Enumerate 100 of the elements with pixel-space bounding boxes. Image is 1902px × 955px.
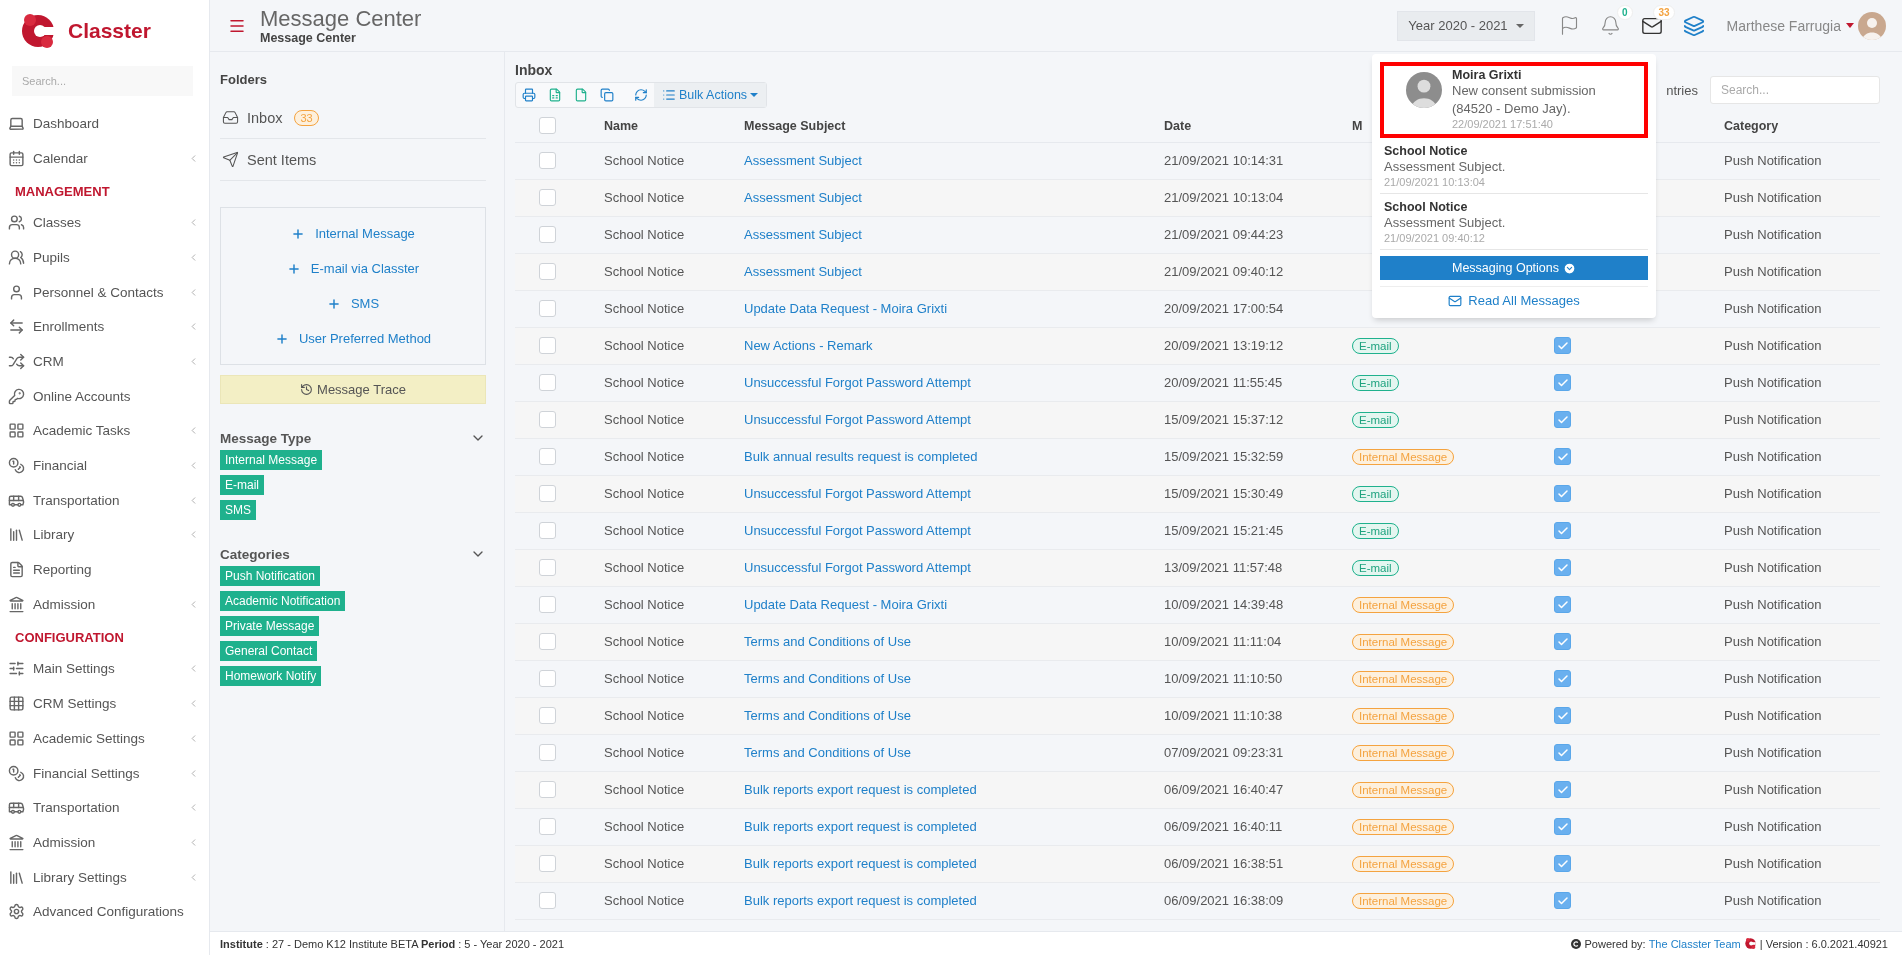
checkbox[interactable] <box>539 818 556 836</box>
nav-item[interactable]: Academic Settings <box>0 721 209 756</box>
checkbox[interactable] <box>539 411 556 429</box>
column-header[interactable]: Message Subject <box>730 110 1150 142</box>
checkbox[interactable] <box>539 892 556 910</box>
filter-tag[interactable]: E-mail <box>220 475 264 495</box>
checkbox[interactable] <box>1554 485 1571 503</box>
checkbox[interactable] <box>539 189 556 207</box>
checkbox[interactable] <box>1554 855 1571 873</box>
nav-item[interactable]: CRM <box>0 344 209 379</box>
user-name[interactable]: Marthese Farrugia <box>1726 17 1841 34</box>
checkbox[interactable] <box>1554 892 1571 910</box>
nav-item[interactable]: Reporting <box>0 552 209 587</box>
nav-item[interactable]: Admission <box>0 825 209 860</box>
checkbox[interactable] <box>539 522 556 540</box>
print-icon[interactable] <box>522 88 536 102</box>
checkbox[interactable] <box>539 855 556 873</box>
checkbox[interactable] <box>539 374 556 392</box>
checkbox[interactable] <box>1554 337 1571 355</box>
notification-item[interactable]: Moira Grixti New consent submission (84520 - Demo Jay). 22/09/2021 17:51:40 <box>1380 62 1648 138</box>
checkbox[interactable] <box>539 670 556 688</box>
search-field[interactable]: Search... <box>1710 76 1880 104</box>
subject-link[interactable]: Unsuccessful Forgot Password Attempt <box>744 375 971 390</box>
checkbox[interactable] <box>1554 448 1571 466</box>
nav-item[interactable]: Academic Tasks <box>0 413 209 449</box>
spreadsheet-icon[interactable] <box>548 88 562 102</box>
nav-item[interactable]: Admission <box>0 586 209 622</box>
subject-link[interactable]: Terms and Conditions of Use <box>744 634 911 649</box>
subject-link[interactable]: Unsuccessful Forgot Password Attempt <box>744 486 971 501</box>
messaging-options-button[interactable]: Messaging Options <box>1380 256 1648 280</box>
year-select[interactable]: Year 2020 - 2021 <box>1397 10 1535 41</box>
checkbox[interactable] <box>539 559 556 577</box>
nav-item[interactable]: Classes <box>0 205 209 241</box>
checkbox[interactable] <box>539 596 556 614</box>
subject-link[interactable]: Assessment Subject <box>744 264 862 279</box>
checkbox[interactable] <box>1554 559 1571 577</box>
nav-item[interactable]: Personnel & Contacts <box>0 274 209 310</box>
nav-item[interactable]: Main Settings <box>0 651 209 687</box>
nav-item[interactable]: Online Accounts <box>0 378 209 414</box>
bulk-actions-button[interactable]: Bulk Actions <box>654 83 767 107</box>
checkbox[interactable] <box>539 485 556 503</box>
copy-icon[interactable] <box>600 88 614 102</box>
nav-item[interactable]: Dashboard <box>0 106 209 141</box>
nav-item[interactable]: Pupils <box>0 240 209 275</box>
column-header[interactable]: Name <box>590 110 730 142</box>
checkbox[interactable] <box>539 337 556 355</box>
nav-item[interactable]: Financial Settings <box>0 755 209 791</box>
filter-tag[interactable]: SMS <box>220 500 256 520</box>
checkbox[interactable] <box>539 781 556 799</box>
nav-item[interactable]: Library <box>0 517 209 553</box>
checkbox[interactable] <box>1554 411 1571 429</box>
compose-link[interactable]: SMS <box>326 286 380 321</box>
checkbox[interactable] <box>1554 374 1571 392</box>
subject-link[interactable]: Bulk annual results request is completed <box>744 449 978 464</box>
checkbox[interactable] <box>1554 633 1571 651</box>
nav-item[interactable]: Transportation <box>0 790 209 826</box>
folder-item[interactable]: Inbox 33 <box>220 97 486 139</box>
read-all-link[interactable]: Read All Messages <box>1380 286 1648 308</box>
folder-item[interactable]: Sent Items <box>220 139 486 181</box>
checkbox[interactable] <box>539 300 556 318</box>
subject-link[interactable]: Bulk reports export request is completed <box>744 893 977 908</box>
compose-link[interactable]: E-mail via Classter <box>286 251 420 286</box>
filter-tag[interactable]: Push Notification <box>220 566 321 586</box>
layers-icon[interactable] <box>1682 14 1705 37</box>
subject-link[interactable]: Assessment Subject <box>744 153 862 168</box>
notification-item[interactable]: School Notice Assessment Subject. 21/09/2021 09:40:12 <box>1380 194 1648 250</box>
checkbox[interactable] <box>1554 522 1571 540</box>
checkbox[interactable] <box>1554 596 1571 614</box>
nav-item[interactable]: Calendar <box>0 140 209 176</box>
filter-tag[interactable]: Homework Notify <box>220 666 322 686</box>
nav-item[interactable]: Financial <box>0 448 209 483</box>
subject-link[interactable]: Terms and Conditions of Use <box>744 671 911 686</box>
subject-link[interactable]: Bulk reports export request is completed <box>744 819 977 834</box>
checkbox[interactable] <box>539 263 556 281</box>
filter-tag[interactable]: General Contact <box>220 641 318 661</box>
checkbox[interactable] <box>539 117 556 135</box>
filter-tag[interactable]: Internal Message <box>220 450 323 470</box>
nav-item[interactable]: Advanced Configurations <box>0 894 209 930</box>
checkbox[interactable] <box>1554 670 1571 688</box>
compose-link[interactable]: User Preferred Method <box>274 321 432 356</box>
checkbox[interactable] <box>1554 781 1571 799</box>
subject-link[interactable]: Unsuccessful Forgot Password Attempt <box>744 523 971 538</box>
subject-link[interactable]: Terms and Conditions of Use <box>744 708 911 723</box>
subject-link[interactable]: Unsuccessful Forgot Password Attempt <box>744 412 971 427</box>
search-field[interactable]: Search... <box>12 66 193 96</box>
subject-link[interactable]: Unsuccessful Forgot Password Attempt <box>744 560 971 575</box>
checkbox[interactable] <box>1554 744 1571 762</box>
filter-tag[interactable]: Private Message <box>220 616 320 636</box>
checkbox[interactable] <box>539 707 556 725</box>
compose-link[interactable]: Internal Message <box>291 216 415 251</box>
column-header[interactable]: M <box>1352 118 1363 133</box>
subject-link[interactable]: Bulk reports export request is completed <box>744 782 977 797</box>
nav-item[interactable]: CRM Settings <box>0 686 209 721</box>
checkbox[interactable] <box>539 448 556 466</box>
checkbox[interactable] <box>1554 818 1571 836</box>
nav-item[interactable]: Enrollments <box>0 309 209 345</box>
checkbox[interactable] <box>539 744 556 762</box>
subject-link[interactable]: Bulk reports export request is completed <box>744 856 977 871</box>
subject-link[interactable]: New Actions - Remark <box>744 338 873 353</box>
subject-link[interactable]: Update Data Request - Moira Grixti <box>744 301 948 316</box>
